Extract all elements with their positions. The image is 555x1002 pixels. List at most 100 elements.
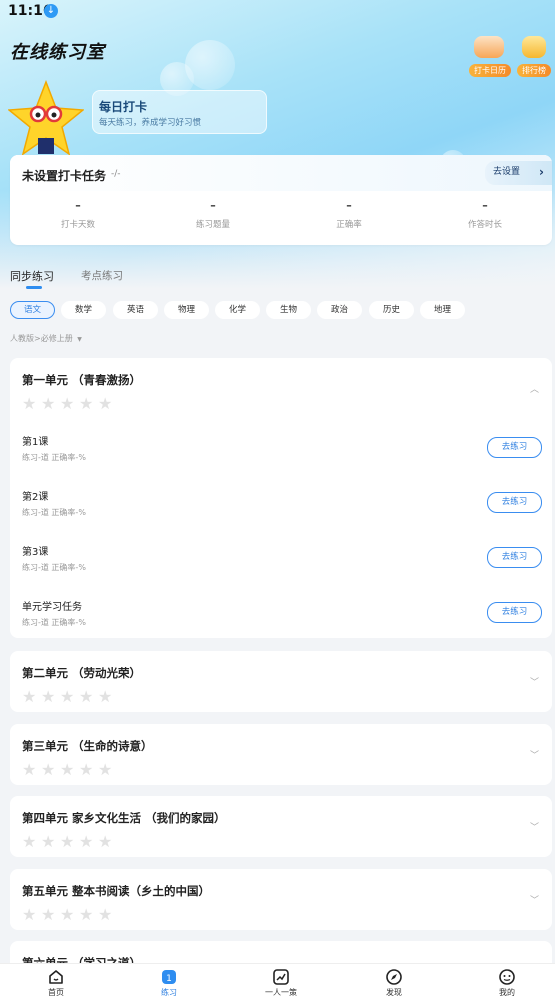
chevron-right-icon: › [539, 165, 544, 179]
stat-label: 练习题量 [195, 220, 230, 230]
star-icon: ★ [98, 687, 113, 706]
notification-icon: ↓ [44, 4, 58, 18]
star-icon: ★ [22, 394, 37, 413]
checkin-calendar-button[interactable]: 打卡日历 [469, 36, 511, 77]
unit-card-5[interactable]: 第五单元 整本书阅读（乡土的中国） ★ ★ ★ ★ ★ ﹀ [10, 869, 552, 930]
caret-down-icon: ▼ [77, 336, 82, 343]
unit-card-2[interactable]: 第二单元 （劳动光荣） ★ ★ ★ ★ ★ ﹀ [10, 651, 552, 712]
star-icon: ★ [41, 394, 56, 413]
bottom-nav: 首页 1 练习 一人一策 发现 我的 [0, 963, 555, 1002]
stat-value: – [346, 199, 352, 212]
leaderboard-button[interactable]: 排行榜 [514, 36, 554, 77]
edition-label: 人教版>必修上册 [10, 334, 73, 343]
nav-discover[interactable]: 发现 [364, 968, 424, 998]
star-icon: ★ [98, 905, 113, 924]
unit-title: 第一单元 （青春激扬） [22, 373, 142, 387]
lesson-meta: 练习-道 正确率-% [22, 453, 86, 462]
subject-chip-physics[interactable]: 物理 [164, 301, 209, 319]
star-icon: ★ [41, 832, 56, 851]
lesson-row: 第2课 练习-道 正确率-% 去练习 [10, 488, 552, 538]
star-icon: ★ [98, 760, 113, 779]
checkin-task-card: 未设置打卡任务 -/- 去设置 › – 打卡天数 – 练习题量 – 正确率 – … [10, 155, 552, 245]
unit-rating: ★ ★ ★ ★ ★ [22, 905, 117, 924]
nav-personal-plan[interactable]: 一人一策 [251, 968, 311, 998]
chevron-up-icon[interactable]: ︿ [530, 382, 539, 395]
home-icon [26, 968, 86, 986]
task-fraction: -/- [111, 169, 121, 179]
nav-label: 一人一策 [265, 988, 297, 997]
trend-icon [251, 968, 311, 986]
subject-chip-geography[interactable]: 地理 [420, 301, 465, 319]
chevron-down-icon[interactable]: ﹀ [530, 675, 539, 688]
lesson-row: 第1课 练习-道 正确率-% 去练习 [10, 433, 552, 483]
star-icon: ★ [22, 905, 37, 924]
star-icon: ★ [60, 760, 75, 779]
stat-checkin-days: – 打卡天数 [13, 199, 143, 230]
nav-practice[interactable]: 1 练习 [139, 968, 199, 998]
trophy-icon [522, 36, 546, 58]
nav-label: 练习 [161, 988, 177, 997]
profile-icon [477, 968, 537, 986]
daily-checkin-subtitle: 每天练习，养成学习好习惯 [99, 118, 202, 128]
stat-value: – [210, 199, 216, 212]
checkin-calendar-label: 打卡日历 [469, 64, 511, 77]
star-icon: ★ [60, 394, 75, 413]
subject-chip-biology[interactable]: 生物 [266, 301, 311, 319]
star-icon: ★ [79, 832, 94, 851]
unit-title: 第五单元 整本书阅读（乡土的中国） [22, 884, 211, 898]
unit-rating: ★ ★ ★ ★ ★ [22, 832, 117, 851]
subject-chip-math[interactable]: 数学 [61, 301, 106, 319]
subject-chip-history[interactable]: 历史 [369, 301, 414, 319]
lesson-title: 单元学习任务 [22, 602, 82, 613]
stat-label: 正确率 [336, 220, 362, 230]
subject-chip-politics[interactable]: 政治 [317, 301, 362, 319]
go-practice-button[interactable]: 去练习 [487, 437, 542, 458]
lesson-meta: 练习-道 正确率-% [22, 563, 86, 572]
star-icon: ★ [79, 905, 94, 924]
unit-card-4[interactable]: 第四单元 家乡文化生活 （我们的家园） ★ ★ ★ ★ ★ ﹀ [10, 796, 552, 857]
nav-home[interactable]: 首页 [26, 968, 86, 998]
daily-checkin-card[interactable]: 每日打卡 每天练习，养成学习好习惯 [92, 90, 267, 134]
tab-topic-practice[interactable]: 考点练习 [81, 268, 123, 283]
star-icon: ★ [41, 760, 56, 779]
nav-label: 发现 [386, 988, 402, 997]
star-icon: ★ [60, 905, 75, 924]
unit-card-1[interactable]: 第一单元 （青春激扬） ★ ★ ★ ★ ★ ︿ 第1课 练习-道 正确率-% 去练习 第… [10, 358, 552, 638]
daily-checkin-title: 每日打卡 [99, 100, 148, 114]
star-icon: ★ [41, 905, 56, 924]
star-icon: ★ [79, 760, 94, 779]
stat-accuracy: – 正确率 [284, 199, 414, 230]
unit-title: 第三单元 （生命的诗意） [22, 739, 153, 753]
subject-chip-chinese[interactable]: 语文 [10, 301, 55, 319]
tab-indicator [26, 286, 42, 289]
lesson-row: 单元学习任务 练习-道 正确率-% 去练习 [10, 598, 552, 648]
star-icon: ★ [98, 832, 113, 851]
chevron-down-icon[interactable]: ﹀ [530, 748, 539, 761]
subject-chip-chemistry[interactable]: 化学 [215, 301, 260, 319]
go-practice-button[interactable]: 去练习 [487, 547, 542, 568]
app-title: 在线练习室 [10, 42, 105, 63]
go-practice-button[interactable]: 去练习 [487, 492, 542, 513]
nav-label: 首页 [48, 988, 64, 997]
unit-card-3[interactable]: 第三单元 （生命的诗意） ★ ★ ★ ★ ★ ﹀ [10, 724, 552, 785]
chevron-down-icon[interactable]: ﹀ [530, 893, 539, 906]
task-title: 未设置打卡任务 [22, 169, 107, 183]
star-mascot-icon [8, 80, 84, 156]
svg-text:1: 1 [166, 974, 172, 984]
unit-title: 第四单元 家乡文化生活 （我们的家园） [22, 811, 226, 825]
lesson-meta: 练习-道 正确率-% [22, 508, 86, 517]
nav-profile[interactable]: 我的 [477, 968, 537, 998]
set-task-button[interactable]: 去设置 › [485, 161, 552, 185]
compass-icon [364, 968, 424, 986]
practice-icon: 1 [139, 968, 199, 986]
tab-sync-practice[interactable]: 同步练习 [10, 268, 54, 284]
decor-bubble [185, 40, 235, 90]
go-practice-button[interactable]: 去练习 [487, 602, 542, 623]
lesson-row: 第3课 练习-道 正确率-% 去练习 [10, 543, 552, 593]
star-icon: ★ [22, 832, 37, 851]
stat-label: 打卡天数 [60, 220, 95, 230]
chevron-down-icon[interactable]: ﹀ [530, 820, 539, 833]
subject-chip-english[interactable]: 英语 [113, 301, 158, 319]
star-icon: ★ [60, 687, 75, 706]
edition-selector[interactable]: 人教版>必修上册 ▼ [10, 333, 82, 344]
